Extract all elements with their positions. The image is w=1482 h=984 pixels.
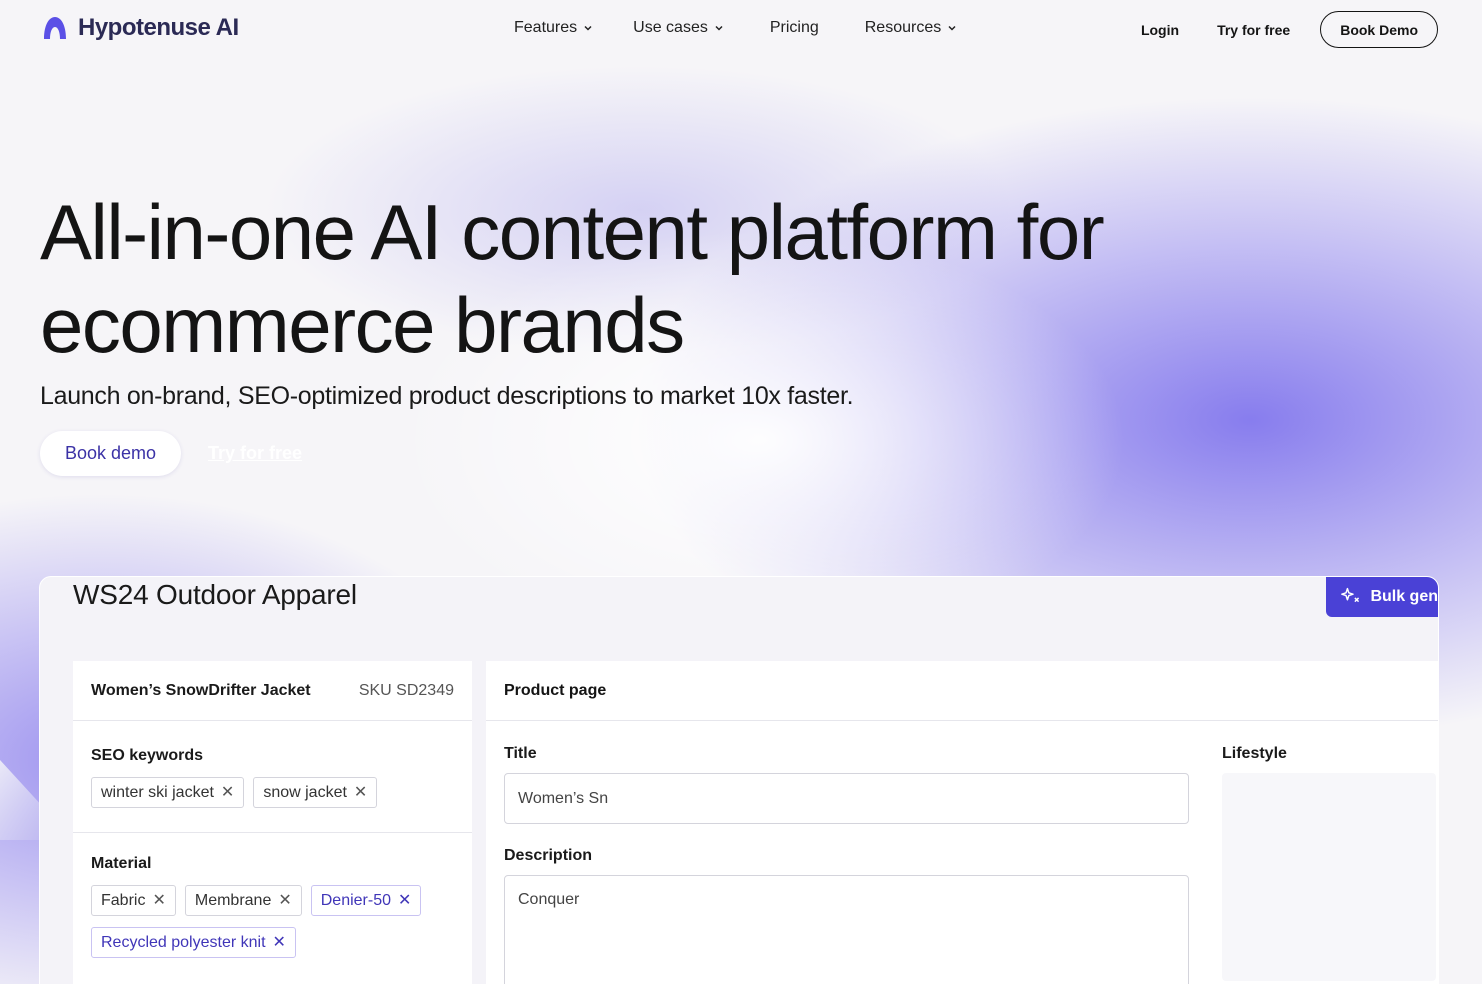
logo-text: Hypotenuse AI (78, 14, 239, 41)
product-details-card: Women’s SnowDrifter Jacket SKU SD2349 SE… (73, 661, 472, 984)
nav-features-label: Features (514, 19, 578, 36)
book-demo-button[interactable]: Book Demo (1320, 11, 1438, 48)
hero-ctas: Book demo Try for free (40, 431, 1300, 476)
nav-features[interactable]: Features (514, 19, 593, 37)
material-chips: Fabric ✕ Membrane ✕ Denier-50 ✕ Recycled… (91, 885, 454, 958)
description-label: Description (504, 847, 593, 864)
nav-links: Features Use cases Pricing Resources (514, 19, 957, 37)
nav-pricing-label: Pricing (769, 19, 819, 36)
material-section: Material Fabric ✕ Membrane ✕ Denier-50 ✕… (73, 833, 472, 958)
hero-subtitle: Launch on-brand, SEO-optimized product d… (40, 382, 854, 410)
nav-use-cases[interactable]: Use cases (633, 19, 724, 37)
chip-label: winter ski jacket (101, 783, 214, 801)
chevron-down-icon (715, 25, 723, 31)
chip-label: Recycled polyester knit (101, 933, 266, 951)
nav-pricing[interactable]: Pricing (770, 19, 819, 37)
product-page-card: Product page Title Description Conquer L… (486, 661, 1438, 984)
seo-keywords-label: SEO keywords (91, 747, 204, 764)
remove-icon[interactable]: ✕ (278, 892, 291, 909)
lifestyle-image-placeholder (1222, 773, 1436, 981)
bulk-generate-button[interactable]: Bulk gen (1326, 577, 1438, 617)
hero-title: All-in-one AI content platform for ecomm… (40, 188, 1105, 369)
material-label: Material (91, 855, 152, 872)
sparkle-icon (1341, 587, 1360, 603)
hero-book-demo-button[interactable]: Book demo (40, 431, 181, 476)
app-preview: WS24 Outdoor Apparel Bulk gen Women’s Sn… (39, 576, 1439, 984)
product-name: Women’s SnowDrifter Jacket (91, 681, 311, 699)
hero-try-free-link[interactable]: Try for free (208, 443, 302, 464)
product-page-header: Product page (486, 661, 1438, 721)
logo-icon (44, 17, 66, 39)
chevron-down-icon (948, 25, 956, 31)
material-chip[interactable]: Recycled polyester knit ✕ (91, 927, 296, 958)
remove-icon[interactable]: ✕ (221, 784, 234, 801)
nav-resources[interactable]: Resources (865, 19, 957, 37)
top-nav: Hypotenuse AI Features Use cases Pricing… (0, 0, 1482, 58)
nav-actions: Login Try for free Book Demo (1141, 11, 1438, 48)
material-chip[interactable]: Fabric ✕ (91, 885, 176, 916)
nav-use-cases-label: Use cases (633, 19, 708, 36)
remove-icon[interactable]: ✕ (273, 934, 286, 951)
material-chip[interactable]: Denier-50 ✕ (310, 885, 422, 916)
chip-label: snow jacket (263, 783, 347, 801)
logo[interactable]: Hypotenuse AI (42, 14, 239, 42)
keyword-chip[interactable]: snow jacket ✕ (253, 777, 378, 808)
app-title: WS24 Outdoor Apparel (73, 579, 357, 610)
material-chip[interactable]: Membrane ✕ (184, 885, 302, 916)
seo-keyword-chips: winter ski jacket ✕ snow jacket ✕ (91, 777, 454, 808)
chip-label: Fabric (101, 891, 146, 909)
remove-icon[interactable]: ✕ (398, 892, 411, 909)
product-header: Women’s SnowDrifter Jacket SKU SD2349 (73, 661, 472, 721)
background-shard (0, 760, 44, 840)
chip-label: Denier-50 (320, 891, 392, 909)
login-link[interactable]: Login (1141, 22, 1179, 38)
bulk-generate-label: Bulk gen (1370, 588, 1438, 605)
chevron-down-icon (584, 25, 592, 31)
product-sku: SKU SD2349 (358, 681, 454, 699)
lifestyle-label: Lifestyle (1222, 745, 1287, 762)
try-free-link[interactable]: Try for free (1217, 22, 1290, 38)
description-input[interactable]: Conquer (504, 875, 1189, 984)
hero: All-in-one AI content platform for ecomm… (40, 186, 1300, 476)
remove-icon[interactable]: ✕ (354, 784, 367, 801)
title-input[interactable] (504, 773, 1189, 824)
keyword-chip[interactable]: winter ski jacket ✕ (91, 777, 245, 808)
remove-icon[interactable]: ✕ (152, 892, 165, 909)
chip-label: Membrane (194, 891, 272, 909)
seo-keywords-section: SEO keywords winter ski jacket ✕ snow ja… (73, 721, 472, 833)
nav-resources-label: Resources (864, 19, 942, 36)
title-label: Title (504, 745, 537, 762)
